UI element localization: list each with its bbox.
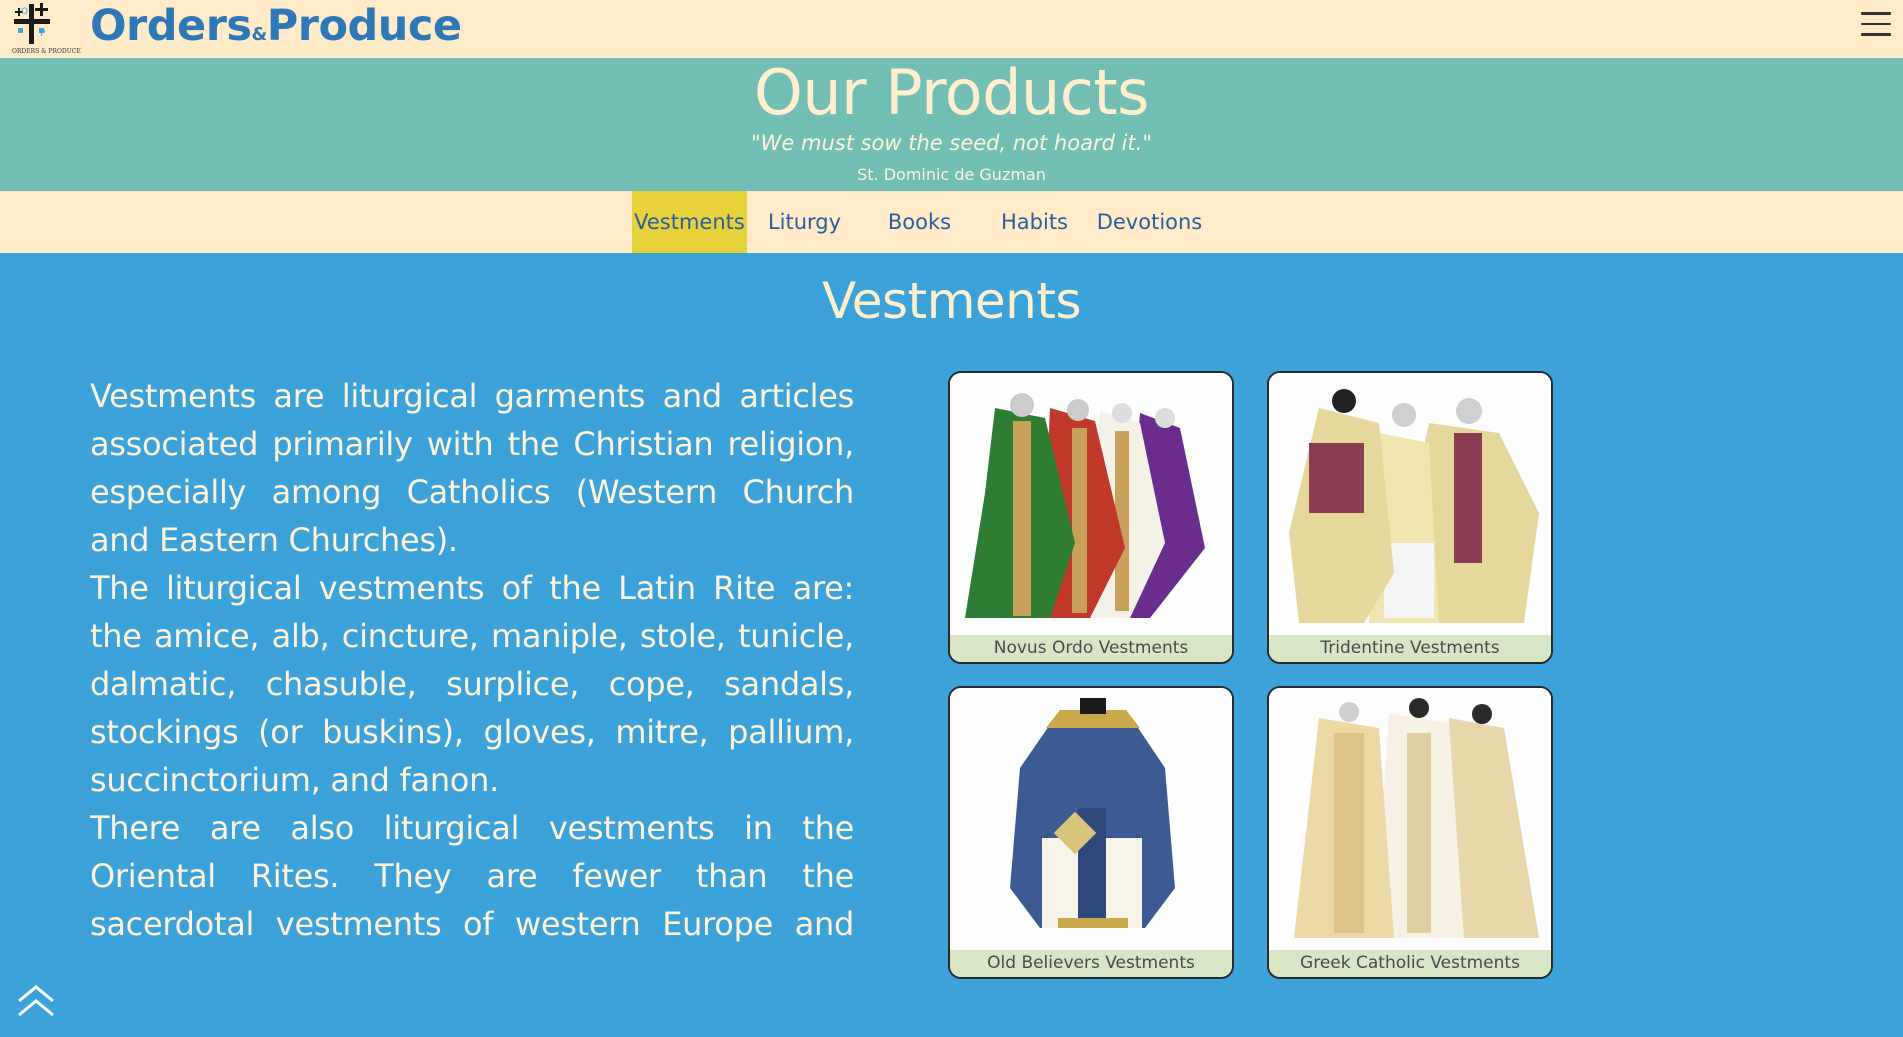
hamburger-menu-icon[interactable] [1861,12,1891,42]
card-novus-ordo-vestments[interactable]: Novus Ordo Vestments [948,371,1234,664]
tab-habits[interactable]: Habits [977,191,1092,253]
section-title: Vestments [821,272,1082,330]
vestments-description: Vestments are liturgical garments and ar… [90,372,854,947]
svg-text:O: O [21,7,28,17]
brand-left: Orders [90,1,252,51]
top-bar: O P ORDERS & PRODUCE Orders&Produce [0,0,1903,58]
hero-banner: Our Products "We must sow the seed, not … [0,56,1903,191]
tab-books[interactable]: Books [862,191,977,253]
card-caption: Greek Catholic Vestments [1269,950,1551,977]
description-paragraph: The liturgical vestments of the Latin Ri… [90,569,854,799]
quote-author: St. Dominic de Guzman [857,165,1046,184]
old-believers-vestments-image [950,688,1232,950]
description-paragraph: Vestments are liturgical garments and ar… [90,377,854,559]
tab-devotions[interactable]: Devotions [1092,191,1207,253]
scroll-to-top-icon[interactable] [16,984,56,1020]
tridentine-vestments-image [1269,373,1551,635]
greek-catholic-vestments-image [1269,688,1551,950]
svg-text:P: P [40,29,46,39]
site-logo[interactable]: O P ORDERS & PRODUCE [10,0,81,58]
brand-right: Produce [266,1,462,51]
tab-liturgy[interactable]: Liturgy [747,191,862,253]
page-title: Our Products [753,56,1150,129]
card-old-believers-vestments[interactable]: Old Believers Vestments [948,686,1234,979]
cross-logo-icon: O P [14,3,50,44]
logo-caption: ORDERS & PRODUCE [12,48,81,55]
category-tab-bar: Vestments Liturgy Books Habits Devotions [0,191,1903,253]
brand-name[interactable]: Orders&Produce [90,1,462,51]
card-caption: Tridentine Vestments [1269,635,1551,662]
hero-quote: "We must sow the seed, not hoard it." [750,131,1152,155]
description-paragraph: There are also liturgical vestments in t… [90,809,854,943]
tab-vestments[interactable]: Vestments [632,191,747,253]
card-caption: Old Believers Vestments [950,950,1232,977]
brand-ampersand: & [251,24,268,45]
novus-ordo-vestments-image [950,373,1232,635]
card-greek-catholic-vestments[interactable]: Greek Catholic Vestments [1267,686,1553,979]
card-caption: Novus Ordo Vestments [950,635,1232,662]
card-tridentine-vestments[interactable]: Tridentine Vestments [1267,371,1553,664]
